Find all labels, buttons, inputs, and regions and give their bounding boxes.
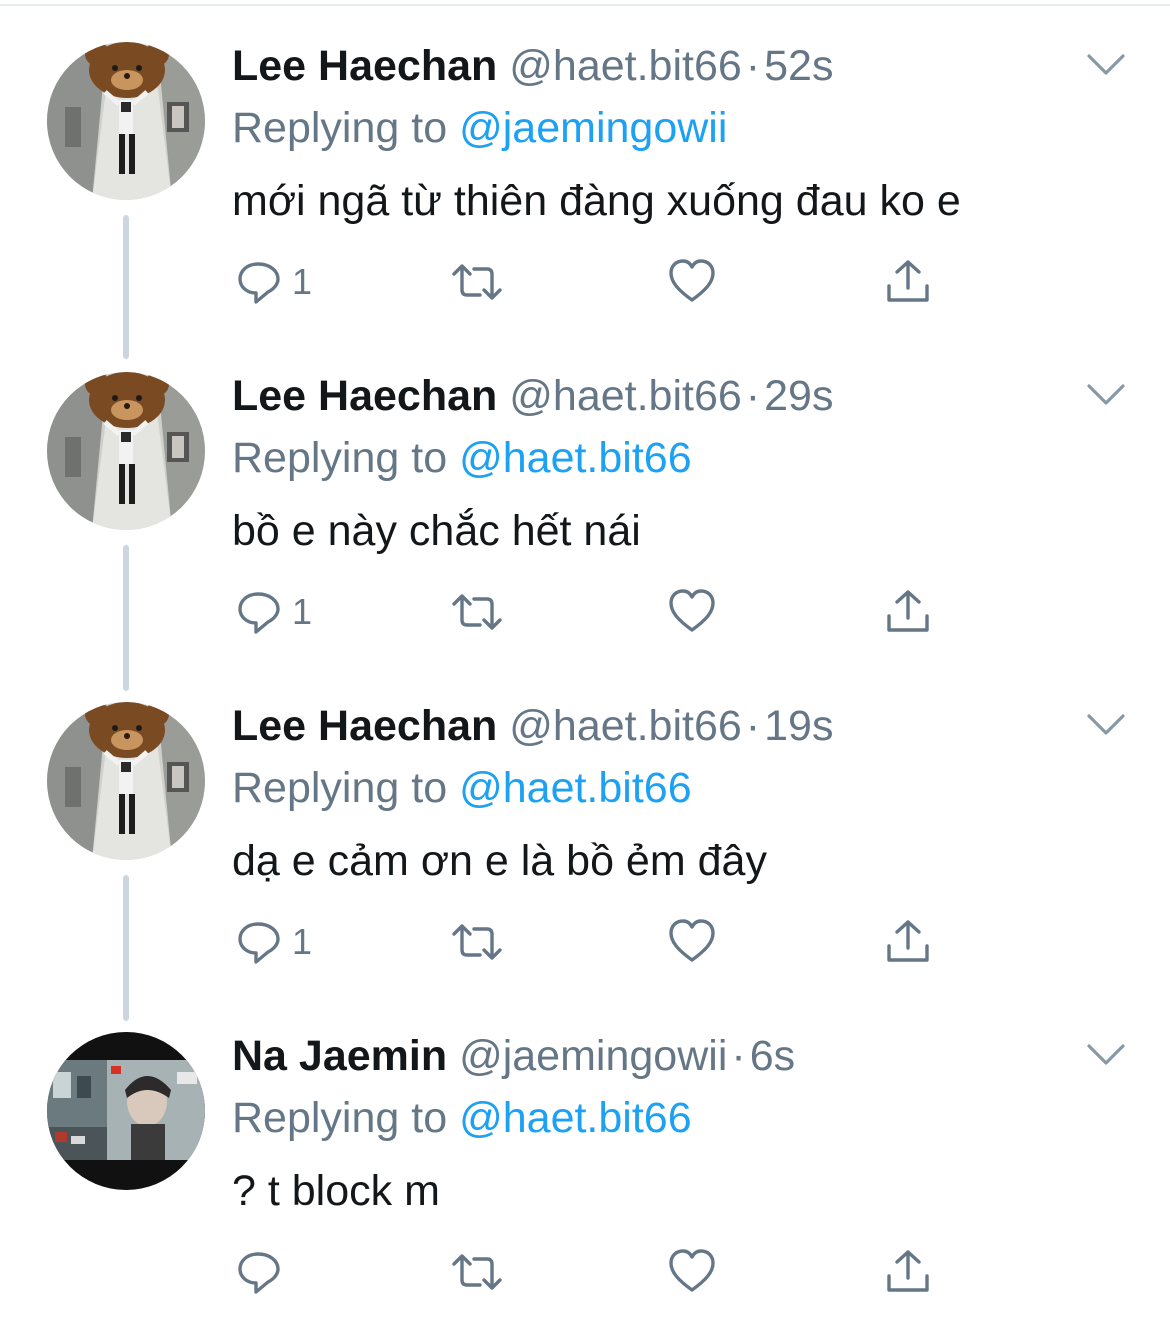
replying-label: Replying to <box>232 764 448 812</box>
retweet-icon <box>452 264 502 300</box>
tweet-header: Lee Haechan @haet.bit66·52s <box>232 38 833 94</box>
display-name[interactable]: Lee Haechan <box>232 702 497 750</box>
retweet-icon <box>452 924 502 960</box>
share-button[interactable] <box>884 912 932 972</box>
chevron-down-icon[interactable] <box>1085 50 1127 80</box>
display-name[interactable]: Na Jaemin <box>232 1032 447 1080</box>
replying-to-link[interactable]: @jaemingowii <box>459 104 727 152</box>
avatar[interactable] <box>47 1032 205 1190</box>
reply-button[interactable]: 1 <box>236 582 312 642</box>
tweet-text: bồ e này chắc hết nái <box>232 507 641 555</box>
timestamp[interactable]: 19s <box>764 702 833 750</box>
tweet-text: dạ e cảm ơn e là bồ ẻm đây <box>232 837 767 885</box>
reply-count: 1 <box>292 921 313 962</box>
retweet-button[interactable] <box>448 1242 506 1302</box>
reply-icon <box>238 262 280 304</box>
user-handle[interactable]: @haet.bit66 <box>509 42 742 90</box>
retweet-icon <box>452 1254 502 1290</box>
separator: · <box>745 702 761 750</box>
share-icon <box>887 260 929 302</box>
share-button[interactable] <box>884 582 932 642</box>
timestamp[interactable]: 6s <box>750 1032 795 1080</box>
reply-icon <box>238 1252 280 1294</box>
separator: · <box>745 372 761 420</box>
share-button[interactable] <box>884 252 932 312</box>
share-icon <box>887 1250 929 1292</box>
reply-count: 1 <box>292 261 313 302</box>
tweet-header: Lee Haechan @haet.bit66·29s <box>232 368 833 424</box>
tweet[interactable]: Na Jaemin @jaemingowii·6s Replying to @h… <box>0 990 1170 1318</box>
display-name[interactable]: Lee Haechan <box>232 42 497 90</box>
replying-to: Replying to @haet.bit66 <box>232 1090 692 1146</box>
tweet-header: Na Jaemin @jaemingowii·6s <box>232 1028 795 1084</box>
timestamp[interactable]: 52s <box>764 42 833 90</box>
user-handle[interactable]: @haet.bit66 <box>509 702 742 750</box>
replying-to: Replying to @haet.bit66 <box>232 760 692 816</box>
chevron-down-icon[interactable] <box>1085 710 1127 740</box>
reply-button[interactable]: 1 <box>236 252 312 312</box>
reply-count: 1 <box>292 591 313 632</box>
user-handle[interactable]: @haet.bit66 <box>509 372 742 420</box>
timestamp[interactable]: 29s <box>764 372 833 420</box>
separator: · <box>745 42 761 90</box>
tweet[interactable]: Lee Haechan @haet.bit66·52s Replying to … <box>0 0 1170 330</box>
like-button[interactable] <box>668 582 716 642</box>
tweet-header: Lee Haechan @haet.bit66·19s <box>232 698 833 754</box>
heart-icon <box>669 1249 715 1292</box>
share-button[interactable] <box>884 1242 932 1302</box>
replying-to-link[interactable]: @haet.bit66 <box>459 764 692 812</box>
tweet-text: ? t block m <box>232 1167 440 1215</box>
replying-to: Replying to @jaemingowii <box>232 100 727 156</box>
replying-label: Replying to <box>232 434 448 482</box>
like-button[interactable] <box>668 252 716 312</box>
replying-label: Replying to <box>232 104 448 152</box>
replying-to: Replying to @haet.bit66 <box>232 430 692 486</box>
avatar[interactable] <box>47 372 205 530</box>
share-icon <box>887 920 929 962</box>
heart-icon <box>669 259 715 302</box>
avatar[interactable] <box>47 42 205 200</box>
retweet-button[interactable] <box>448 252 506 312</box>
heart-icon <box>669 919 715 962</box>
chevron-down-icon[interactable] <box>1085 380 1127 410</box>
chevron-down-icon[interactable] <box>1085 1040 1127 1070</box>
avatar[interactable] <box>47 702 205 860</box>
tweet-text: mới ngã từ thiên đàng xuống đau ko e <box>232 177 961 225</box>
replying-to-link[interactable]: @haet.bit66 <box>459 434 692 482</box>
reply-button[interactable] <box>236 1242 292 1302</box>
retweet-button[interactable] <box>448 912 506 972</box>
like-button[interactable] <box>668 912 716 972</box>
retweet-icon <box>452 594 502 630</box>
separator: · <box>731 1032 746 1080</box>
tweet-actions: 1 <box>232 252 952 312</box>
replying-label: Replying to <box>232 1094 448 1142</box>
like-button[interactable] <box>668 1242 716 1302</box>
tweet[interactable]: Lee Haechan @haet.bit66·19s Replying to … <box>0 660 1170 990</box>
retweet-button[interactable] <box>448 582 506 642</box>
display-name[interactable]: Lee Haechan <box>232 372 497 420</box>
reply-icon <box>238 592 280 634</box>
heart-icon <box>669 589 715 632</box>
share-icon <box>887 590 929 632</box>
tweet-actions <box>232 1242 952 1302</box>
user-handle[interactable]: @jaemingowii <box>459 1032 727 1080</box>
tweet-actions: 1 <box>232 582 952 642</box>
tweet[interactable]: Lee Haechan @haet.bit66·29s Replying to … <box>0 330 1170 660</box>
reply-button[interactable]: 1 <box>236 912 312 972</box>
reply-icon <box>238 922 280 964</box>
tweet-actions: 1 <box>232 912 952 972</box>
replying-to-link[interactable]: @haet.bit66 <box>459 1094 692 1142</box>
